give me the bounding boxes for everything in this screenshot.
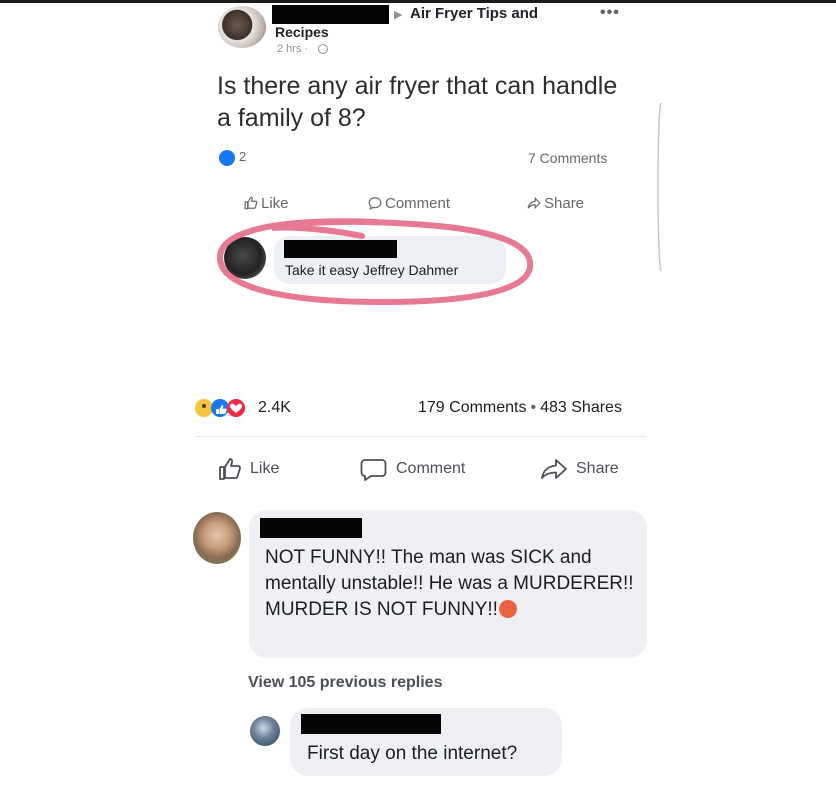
- comments-count[interactable]: 7 Comments: [528, 150, 607, 166]
- group-name[interactable]: Air Fryer Tips and: [410, 5, 538, 22]
- group-name-line2[interactable]: Recipes: [275, 24, 329, 40]
- redacted-name: [260, 518, 362, 538]
- view-previous-replies-link[interactable]: View 105 previous replies: [248, 674, 442, 692]
- comment-text: NOT FUNNY!! The man was SICK and mentall…: [265, 545, 637, 623]
- group-avatar[interactable]: [218, 6, 266, 48]
- like-reaction-icon: [219, 150, 235, 166]
- comment-icon: [368, 197, 382, 211]
- divider: [196, 436, 646, 437]
- post-stats: 179 Comments • 483 Shares: [418, 399, 622, 417]
- globe-icon: [318, 44, 328, 54]
- stats-separator: •: [530, 399, 537, 416]
- angry-face-icon: [498, 600, 517, 618]
- like-label: Like: [250, 460, 280, 477]
- share-label: Share: [544, 195, 585, 212]
- comment-text: First day on the internet?: [307, 743, 518, 764]
- share-icon: [541, 459, 567, 479]
- like-button[interactable]: Like: [244, 195, 289, 212]
- redacted-name: [301, 714, 441, 734]
- redacted-name: [272, 5, 389, 24]
- reaction-count[interactable]: 2.4K: [258, 399, 291, 417]
- comment-button[interactable]: Comment: [360, 456, 465, 482]
- avatar[interactable]: [250, 716, 280, 746]
- reaction-count[interactable]: 2: [239, 149, 246, 164]
- share-icon: [527, 196, 541, 210]
- avatar[interactable]: [193, 512, 241, 564]
- comment-icon: [360, 459, 387, 481]
- shares-count[interactable]: 483 Shares: [540, 399, 622, 416]
- share-button[interactable]: Share: [527, 195, 584, 212]
- share-button[interactable]: Share: [540, 456, 619, 482]
- red-highlight-circle: [217, 218, 534, 306]
- comments-count[interactable]: 179 Comments: [418, 399, 527, 416]
- thumbs-up-icon: [244, 196, 258, 210]
- share-label: Share: [576, 460, 619, 477]
- like-button[interactable]: Like: [218, 456, 279, 482]
- reaction-icons[interactable]: [194, 398, 254, 418]
- thumbs-up-icon: [219, 458, 241, 480]
- top-border: [0, 0, 836, 3]
- arrow-right-icon: ▶: [394, 9, 403, 21]
- comment-button[interactable]: Comment: [368, 195, 450, 212]
- comment-label: Comment: [385, 195, 451, 212]
- post-text: Is there any air fryer that can handle a…: [217, 72, 618, 132]
- screenshot-edge: [657, 103, 662, 271]
- post-timestamp[interactable]: 2 hrs ·: [277, 43, 308, 55]
- more-dots-icon[interactable]: •••: [600, 4, 620, 22]
- comment-label: Comment: [396, 460, 466, 477]
- like-label: Like: [261, 195, 289, 212]
- comment-text-content: NOT FUNNY!! The man was SICK and mentall…: [265, 547, 634, 620]
